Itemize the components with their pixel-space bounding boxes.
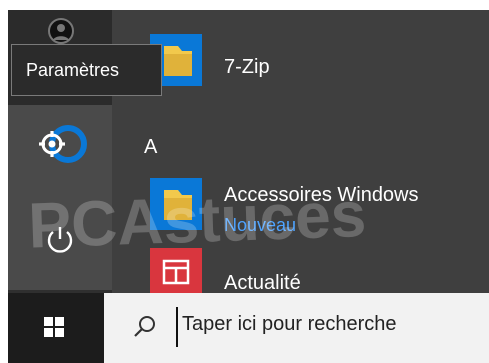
power-icon[interactable] [43, 223, 77, 257]
search-icon [134, 316, 155, 337]
app-list: 7-Zip A Accessoires Windows Nouveau Actu… [112, 10, 489, 300]
settings-tooltip: Paramètres [11, 44, 162, 96]
text-caret [176, 307, 178, 347]
app-item-label[interactable]: Actualité [224, 272, 301, 295]
windows-start-icon[interactable] [44, 317, 64, 337]
app-item-label[interactable]: 7-Zip [224, 56, 270, 79]
start-menu-window: 7-Zip A Accessoires Windows Nouveau Actu… [8, 10, 489, 363]
settings-gear-icon[interactable] [28, 122, 92, 170]
section-letter[interactable]: A [144, 136, 157, 159]
user-icon[interactable] [46, 16, 76, 46]
search-box[interactable]: Taper ici pour recherche [104, 293, 489, 363]
new-badge: Nouveau [224, 215, 297, 235]
search-placeholder[interactable]: Taper ici pour recherche [182, 313, 397, 336]
folder-icon [164, 190, 192, 220]
app-item-label[interactable]: Accessoires Windows [224, 184, 419, 207]
taskbar: Taper ici pour recherche [8, 293, 489, 363]
accessoires-tile[interactable] [150, 178, 202, 230]
